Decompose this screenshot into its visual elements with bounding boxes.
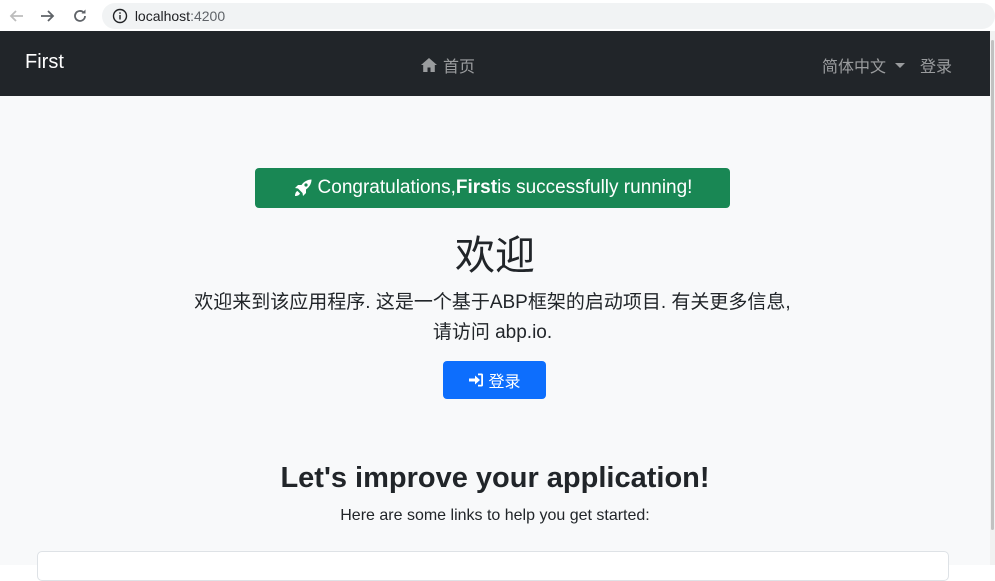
improve-subtitle: Here are some links to help you get star… (340, 507, 650, 524)
welcome-line-2: 请访问 abp.io. (432, 322, 553, 343)
browser-toolbar: localhost:4200 (0, 0, 995, 31)
rocket-icon (294, 179, 312, 196)
welcome-description: 欢迎来到该应用程序. 这是一个基于ABP框架的启动项目. 有关更多信息, 请访问… (160, 288, 825, 348)
nav-home-link[interactable]: 首页 (420, 53, 475, 77)
improve-title: Let's improve your application! (280, 462, 710, 494)
scrollbar-thumb[interactable] (991, 40, 994, 530)
info-icon[interactable] (112, 8, 128, 24)
nav-login-link[interactable]: 登录 (920, 53, 952, 77)
sign-in-icon (469, 373, 484, 387)
success-alert: Congratulations, First is successfully r… (255, 168, 730, 208)
url-port: :4200 (190, 7, 226, 24)
reload-icon[interactable] (64, 2, 96, 30)
url-text[interactable]: localhost:4200 (135, 8, 535, 24)
alert-suffix: is successfully running! (497, 177, 693, 198)
language-dropdown[interactable]: 简体中文 (822, 53, 906, 77)
back-arrow-icon[interactable] (0, 2, 32, 30)
welcome-line-1: 欢迎来到该应用程序. 这是一个基于ABP框架的启动项目. 有关更多信息, (194, 292, 791, 313)
app-navbar: First 首页 简体中文 登录 (0, 31, 990, 96)
nav-home-label: 首页 (443, 59, 476, 76)
alert-prefix: Congratulations, (317, 177, 456, 198)
welcome-title: 欢迎 (455, 234, 535, 278)
home-icon (421, 58, 437, 72)
login-button-label: 登录 (488, 374, 521, 391)
main-content: Congratulations, First is successfully r… (0, 96, 990, 581)
alert-app-name: First (455, 177, 498, 198)
address-bar[interactable]: localhost:4200 (101, 2, 995, 29)
brand-link[interactable]: First (25, 51, 64, 74)
url-host: localhost (134, 7, 191, 24)
login-button[interactable]: 登录 (443, 361, 546, 399)
language-label: 简体中文 (822, 59, 887, 76)
forward-arrow-icon[interactable] (32, 2, 64, 30)
links-card (37, 551, 949, 581)
caret-down-icon (895, 62, 906, 68)
